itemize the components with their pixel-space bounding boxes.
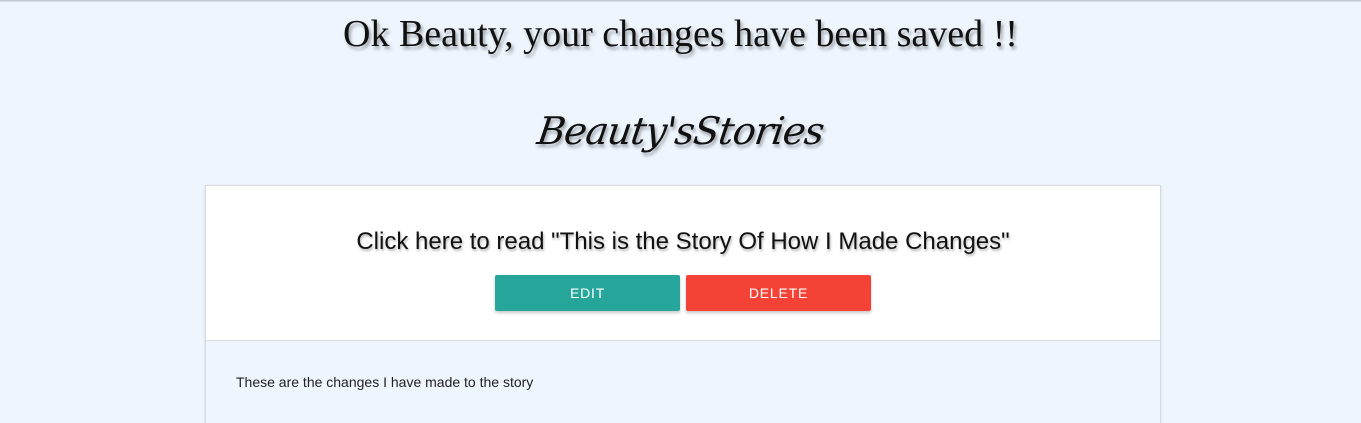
story-body-text: These are the changes I have made to the…: [236, 374, 534, 390]
delete-button[interactable]: DELETE: [686, 275, 871, 311]
site-title-logo: Beauty'sStories: [534, 109, 827, 153]
flash-message: Ok Beauty, your changes have been saved …: [343, 13, 1018, 55]
story-card-header: Click here to read "This is the Story Of…: [206, 186, 1160, 341]
read-story-link[interactable]: Click here to read "This is the Story Of…: [206, 226, 1160, 258]
story-card-body: These are the changes I have made to the…: [206, 341, 1160, 423]
story-card: Click here to read "This is the Story Of…: [205, 185, 1161, 423]
edit-button[interactable]: EDIT: [495, 275, 680, 311]
top-edge-divider: [0, 0, 1361, 2]
